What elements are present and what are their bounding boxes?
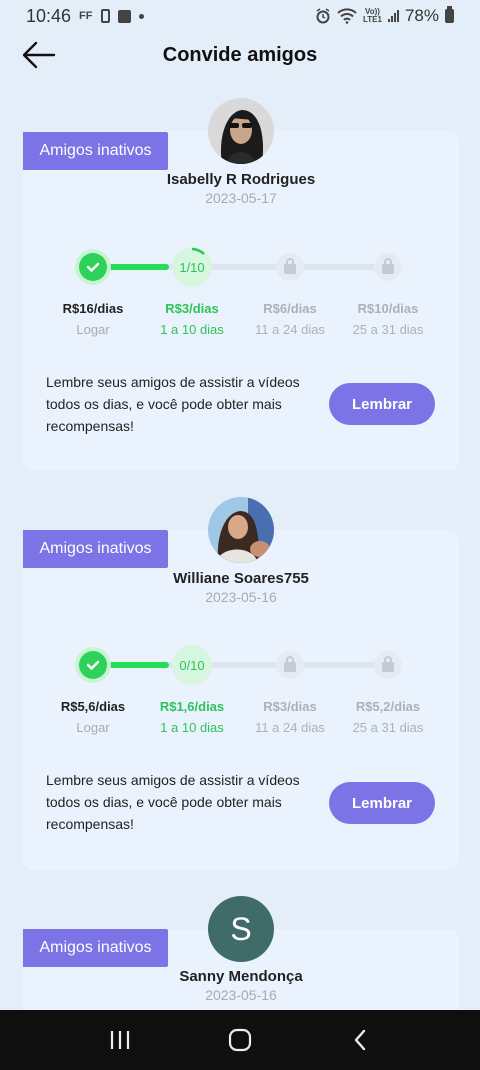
step-label: Logar [76,322,110,337]
gallery-icon [117,9,131,23]
friend-date: 2023-05-16 [205,589,277,605]
step-reward: R$1,6/dias [159,699,225,714]
lte-bottom: LTE1 [363,15,382,24]
home-icon [228,1028,252,1052]
step-label: 1 a 10 dias [160,720,224,735]
status-left: 10:46 FF [26,6,144,27]
step-locked-node [276,253,304,281]
step-done-node [79,651,107,679]
friend-date: 2023-05-16 [205,987,277,1003]
lte-icon: Vo)) LTE1 [363,8,382,24]
chevron-left-icon [354,1029,366,1051]
lock-icon [382,258,394,274]
step-reward: R$5,2/dias [355,699,421,714]
step-label: 25 a 31 dias [352,322,424,337]
status-right: Vo)) LTE1 78% [315,6,454,26]
step-locked-node [374,253,402,281]
remind-message: Lembre seus amigos de assistir a vídeos … [46,772,300,832]
back-nav-button[interactable] [340,1020,380,1060]
friend-name: Williane Soares755 [173,570,309,587]
step-label: 11 a 24 dias [255,720,325,735]
lock-icon [284,258,296,274]
check-icon [86,660,100,670]
step-reward: R$16/dias [62,301,124,316]
alarm-icon [316,8,330,24]
step-reward: R$10/dias [357,301,419,316]
step-locked-node [374,651,402,679]
step-label: 1 a 10 dias [160,322,224,337]
step-done-node [79,253,107,281]
home-button[interactable] [220,1020,260,1060]
status-time: 10:46 [26,5,72,26]
lock-icon [284,656,296,672]
remind-button[interactable]: Lembrar [329,383,435,425]
avatar-photo-icon [208,98,274,164]
friend-name: Isabelly R Rodrigues [166,171,316,188]
friend-card: Amigos inativos Isabelly R Rodrigues 202… [23,131,459,471]
step-locked-node [276,651,304,679]
step-reward: R$3/dias [263,699,317,714]
step-reward: R$5,6/dias [60,699,126,714]
wifi-icon [337,8,357,24]
step-label: 25 a 31 dias [352,720,424,735]
avatar: S [208,896,274,962]
battery-icon [445,6,454,23]
battery-percent: 78% [404,6,439,25]
inactive-friends-tag: Amigos inativos [23,530,168,568]
avatar-photo-icon [208,497,274,563]
friend-date: 2023-05-17 [205,190,277,206]
avatar [208,98,274,164]
progress-ring-icon [191,247,205,255]
inactive-friends-tag: Amigos inativos [23,929,168,967]
remind-message: Lembre seus amigos de assistir a vídeos … [46,374,300,434]
phone-icon [100,9,110,23]
recent-apps-icon [110,1031,130,1049]
inactive-friends-tag: Amigos inativos [23,132,168,170]
step-label: Logar [76,720,110,735]
recent-apps-button[interactable] [100,1020,140,1060]
step-current-node: 1/10 [172,247,212,287]
status-bar: 10:46 FF Vo)) LTE1 78% [0,0,480,32]
step-current-node: 0/10 [172,645,212,685]
check-icon [86,262,100,272]
header: Convide amigos [0,32,480,80]
remind-button[interactable]: Lembrar [329,782,435,824]
step-label: 11 a 24 dias [255,322,325,337]
step-reward: R$3/dias [165,301,219,316]
friend-card: Amigos inativos Williane Soares755 2023-… [23,530,459,870]
friend-name: Sanny Mendonça [179,968,303,985]
ff-icon: FF [79,10,93,22]
system-nav-bar [0,1010,480,1070]
step-reward: R$6/dias [263,301,317,316]
avatar [208,497,274,563]
more-notifications-icon [138,13,144,19]
lock-icon [382,656,394,672]
page-title: Convide amigos [162,44,318,66]
step-progress-text: 0/10 [179,657,205,673]
signal-icon [387,10,399,22]
